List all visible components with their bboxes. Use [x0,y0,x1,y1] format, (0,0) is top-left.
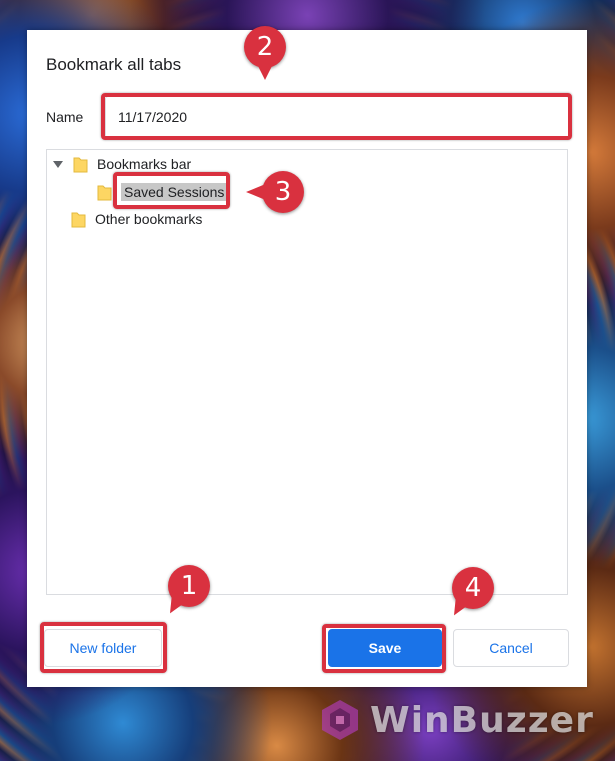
step-marker-1: 1 [168,565,210,607]
folder-icon [97,184,112,201]
watermark-text: WinBuzzer [370,699,594,741]
winbuzzer-logo-icon [322,700,358,740]
step-marker-3: 3 [246,171,304,213]
expand-arrow-icon[interactable] [53,160,63,168]
step-marker-4: 4 [452,567,494,609]
tree-item-other-bookmarks[interactable]: Other bookmarks [71,208,202,230]
folder-icon [73,156,88,173]
name-label: Name [46,109,84,125]
dialog-title: Bookmark all tabs [46,55,182,74]
tree-item-label: Other bookmarks [95,211,203,227]
step-marker-2: 2 [244,26,286,80]
highlight-save [322,624,446,673]
highlight-saved-sessions [113,172,230,209]
highlight-new-folder [40,622,167,673]
cancel-button[interactable]: Cancel [453,629,569,667]
winbuzzer-watermark: WinBuzzer [318,698,594,742]
highlight-name-input [101,93,572,140]
folder-icon [71,211,86,228]
folder-tree[interactable]: Bookmarks bar Saved Sessions Other bookm… [46,149,568,595]
tree-item-label: Bookmarks bar [97,156,192,172]
